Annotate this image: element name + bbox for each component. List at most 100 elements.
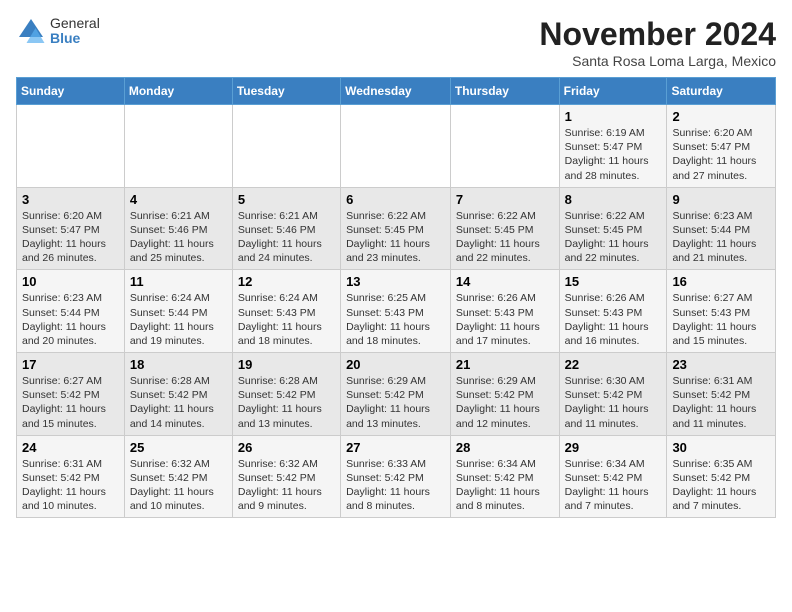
day-number: 28 xyxy=(456,440,554,455)
day-number: 18 xyxy=(130,357,227,372)
day-info: Sunrise: 6:24 AM Sunset: 5:44 PM Dayligh… xyxy=(130,291,227,348)
calendar-cell: 6 Sunrise: 6:22 AM Sunset: 5:45 PM Daylig… xyxy=(341,187,451,270)
day-number: 9 xyxy=(672,192,770,207)
calendar-cell: 9 Sunrise: 6:23 AM Sunset: 5:44 PM Daylig… xyxy=(667,187,776,270)
calendar-cell: 24 Sunrise: 6:31 AM Sunset: 5:42 PM Dayli… xyxy=(17,435,125,518)
location-subtitle: Santa Rosa Loma Larga, Mexico xyxy=(539,53,776,69)
day-number: 29 xyxy=(565,440,662,455)
calendar-cell: 15 Sunrise: 6:26 AM Sunset: 5:43 PM Dayli… xyxy=(559,270,667,353)
calendar-cell: 26 Sunrise: 6:32 AM Sunset: 5:42 PM Dayli… xyxy=(232,435,340,518)
day-number: 19 xyxy=(238,357,335,372)
calendar-cell: 7 Sunrise: 6:22 AM Sunset: 5:45 PM Daylig… xyxy=(450,187,559,270)
calendar-cell: 5 Sunrise: 6:21 AM Sunset: 5:46 PM Daylig… xyxy=(232,187,340,270)
weekday-header-tuesday: Tuesday xyxy=(232,78,340,105)
calendar-cell: 18 Sunrise: 6:28 AM Sunset: 5:42 PM Dayli… xyxy=(124,353,232,436)
day-number: 17 xyxy=(22,357,119,372)
calendar-cell xyxy=(124,105,232,188)
day-info: Sunrise: 6:24 AM Sunset: 5:43 PM Dayligh… xyxy=(238,291,335,348)
day-number: 23 xyxy=(672,357,770,372)
day-number: 2 xyxy=(672,109,770,124)
day-number: 15 xyxy=(565,274,662,289)
calendar-week-5: 24 Sunrise: 6:31 AM Sunset: 5:42 PM Dayli… xyxy=(17,435,776,518)
day-info: Sunrise: 6:22 AM Sunset: 5:45 PM Dayligh… xyxy=(456,209,554,266)
day-info: Sunrise: 6:31 AM Sunset: 5:42 PM Dayligh… xyxy=(672,374,770,431)
day-info: Sunrise: 6:20 AM Sunset: 5:47 PM Dayligh… xyxy=(672,126,770,183)
weekday-header-saturday: Saturday xyxy=(667,78,776,105)
calendar-week-4: 17Sunrise: 6:27 AM Sunset: 5:42 PM Dayli… xyxy=(17,353,776,436)
calendar-cell: 20 Sunrise: 6:29 AM Sunset: 5:42 PM Dayli… xyxy=(341,353,451,436)
calendar-cell: 21Sunrise: 6:29 AM Sunset: 5:42 PM Dayli… xyxy=(450,353,559,436)
day-info: Sunrise: 6:22 AM Sunset: 5:45 PM Dayligh… xyxy=(346,209,445,266)
calendar-week-1: 1 Sunrise: 6:19 AM Sunset: 5:47 PM Daylig… xyxy=(17,105,776,188)
day-info: Sunrise: 6:32 AM Sunset: 5:42 PM Dayligh… xyxy=(238,457,335,514)
day-info: Sunrise: 6:31 AM Sunset: 5:42 PM Dayligh… xyxy=(22,457,119,514)
day-info: Sunrise: 6:30 AM Sunset: 5:42 PM Dayligh… xyxy=(565,374,662,431)
title-block: November 2024 Santa Rosa Loma Larga, Mex… xyxy=(539,16,776,69)
calendar-cell: 27Sunrise: 6:33 AM Sunset: 5:42 PM Dayli… xyxy=(341,435,451,518)
day-number: 30 xyxy=(672,440,770,455)
calendar-cell: 23 Sunrise: 6:31 AM Sunset: 5:42 PM Dayli… xyxy=(667,353,776,436)
weekday-header-row: SundayMondayTuesdayWednesdayThursdayFrid… xyxy=(17,78,776,105)
day-number: 6 xyxy=(346,192,445,207)
calendar-week-3: 10 Sunrise: 6:23 AM Sunset: 5:44 PM Dayli… xyxy=(17,270,776,353)
day-info: Sunrise: 6:32 AM Sunset: 5:42 PM Dayligh… xyxy=(130,457,227,514)
logo: General Blue xyxy=(16,16,100,47)
day-info: Sunrise: 6:34 AM Sunset: 5:42 PM Dayligh… xyxy=(565,457,662,514)
day-number: 26 xyxy=(238,440,335,455)
day-info: Sunrise: 6:26 AM Sunset: 5:43 PM Dayligh… xyxy=(456,291,554,348)
day-info: Sunrise: 6:21 AM Sunset: 5:46 PM Dayligh… xyxy=(238,209,335,266)
day-info: Sunrise: 6:23 AM Sunset: 5:44 PM Dayligh… xyxy=(22,291,119,348)
day-info: Sunrise: 6:25 AM Sunset: 5:43 PM Dayligh… xyxy=(346,291,445,348)
day-number: 4 xyxy=(130,192,227,207)
calendar-cell: 10 Sunrise: 6:23 AM Sunset: 5:44 PM Dayli… xyxy=(17,270,125,353)
day-number: 24 xyxy=(22,440,119,455)
calendar-cell: 28 Sunrise: 6:34 AM Sunset: 5:42 PM Dayli… xyxy=(450,435,559,518)
calendar-cell xyxy=(450,105,559,188)
logo-text: General Blue xyxy=(50,16,100,47)
day-number: 21 xyxy=(456,357,554,372)
day-number: 1 xyxy=(565,109,662,124)
calendar-cell: 30 Sunrise: 6:35 AM Sunset: 5:42 PM Dayli… xyxy=(667,435,776,518)
calendar-cell xyxy=(341,105,451,188)
weekday-header-sunday: Sunday xyxy=(17,78,125,105)
day-number: 7 xyxy=(456,192,554,207)
day-info: Sunrise: 6:21 AM Sunset: 5:46 PM Dayligh… xyxy=(130,209,227,266)
day-number: 16 xyxy=(672,274,770,289)
weekday-header-thursday: Thursday xyxy=(450,78,559,105)
logo-general-label: General xyxy=(50,16,100,31)
calendar-cell: 1 Sunrise: 6:19 AM Sunset: 5:47 PM Daylig… xyxy=(559,105,667,188)
logo-blue-label: Blue xyxy=(50,31,100,46)
calendar-cell: 29 Sunrise: 6:34 AM Sunset: 5:42 PM Dayli… xyxy=(559,435,667,518)
calendar-table: SundayMondayTuesdayWednesdayThursdayFrid… xyxy=(16,77,776,518)
day-number: 20 xyxy=(346,357,445,372)
day-number: 22 xyxy=(565,357,662,372)
day-info: Sunrise: 6:29 AM Sunset: 5:42 PM Dayligh… xyxy=(346,374,445,431)
day-info: Sunrise: 6:28 AM Sunset: 5:42 PM Dayligh… xyxy=(130,374,227,431)
day-info: Sunrise: 6:19 AM Sunset: 5:47 PM Dayligh… xyxy=(565,126,662,183)
day-number: 10 xyxy=(22,274,119,289)
calendar-cell: 11 Sunrise: 6:24 AM Sunset: 5:44 PM Dayli… xyxy=(124,270,232,353)
day-info: Sunrise: 6:26 AM Sunset: 5:43 PM Dayligh… xyxy=(565,291,662,348)
calendar-cell: 8Sunrise: 6:22 AM Sunset: 5:45 PM Daylig… xyxy=(559,187,667,270)
calendar-cell: 25 Sunrise: 6:32 AM Sunset: 5:42 PM Dayli… xyxy=(124,435,232,518)
calendar-cell xyxy=(17,105,125,188)
day-number: 11 xyxy=(130,274,227,289)
day-info: Sunrise: 6:22 AM Sunset: 5:45 PM Dayligh… xyxy=(565,209,662,266)
day-info: Sunrise: 6:23 AM Sunset: 5:44 PM Dayligh… xyxy=(672,209,770,266)
day-info: Sunrise: 6:27 AM Sunset: 5:43 PM Dayligh… xyxy=(672,291,770,348)
page-header: General Blue November 2024 Santa Rosa Lo… xyxy=(16,16,776,69)
calendar-cell: 12 Sunrise: 6:24 AM Sunset: 5:43 PM Dayli… xyxy=(232,270,340,353)
logo-icon xyxy=(16,16,46,46)
day-number: 25 xyxy=(130,440,227,455)
weekday-header-friday: Friday xyxy=(559,78,667,105)
calendar-week-2: 3Sunrise: 6:20 AM Sunset: 5:47 PM Daylig… xyxy=(17,187,776,270)
calendar-header: SundayMondayTuesdayWednesdayThursdayFrid… xyxy=(17,78,776,105)
weekday-header-wednesday: Wednesday xyxy=(341,78,451,105)
day-info: Sunrise: 6:34 AM Sunset: 5:42 PM Dayligh… xyxy=(456,457,554,514)
day-number: 12 xyxy=(238,274,335,289)
day-number: 5 xyxy=(238,192,335,207)
day-info: Sunrise: 6:33 AM Sunset: 5:42 PM Dayligh… xyxy=(346,457,445,514)
calendar-body: 1 Sunrise: 6:19 AM Sunset: 5:47 PM Daylig… xyxy=(17,105,776,518)
day-number: 14 xyxy=(456,274,554,289)
day-info: Sunrise: 6:35 AM Sunset: 5:42 PM Dayligh… xyxy=(672,457,770,514)
